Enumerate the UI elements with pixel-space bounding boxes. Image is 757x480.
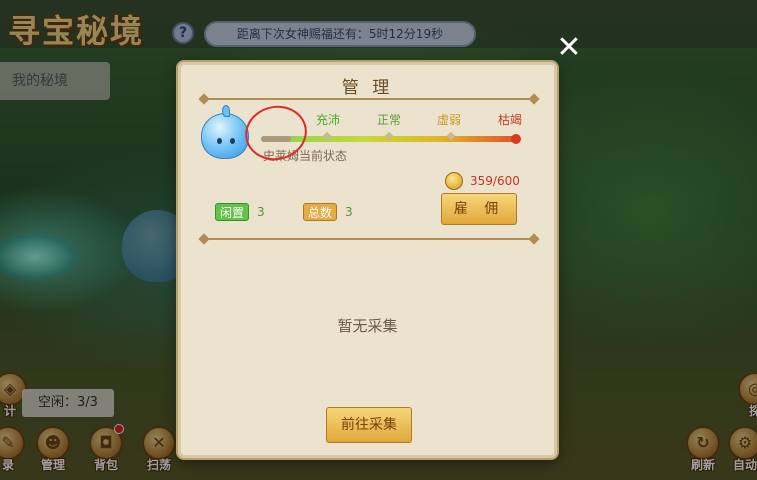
title-divider	[203, 98, 535, 100]
status-level-full: 充沛	[316, 113, 341, 127]
idle-tag: 闲置	[215, 203, 250, 221]
slime-avatar	[201, 105, 249, 159]
coin-count: 359/600	[470, 174, 520, 188]
total-count: 3	[345, 205, 353, 219]
total-tag: 总数	[303, 203, 338, 221]
status-level-exhausted: 枯竭	[498, 113, 523, 127]
manage-dialog: 管 理 充沛 正常 虚弱 枯竭 史莱姆当前状态 359/600 雇 佣 闲置 3…	[178, 62, 557, 458]
hire-button[interactable]: 雇 佣	[441, 193, 517, 225]
status-bar-end	[511, 134, 521, 144]
go-collect-button[interactable]: 前往采集	[326, 407, 412, 443]
empty-collection-text: 暂无采集	[337, 317, 398, 335]
dialog-title: 管 理	[341, 78, 394, 98]
close-button[interactable]: ✕	[555, 33, 583, 63]
idle-count: 3	[257, 205, 265, 219]
status-level-weak: 虚弱	[437, 113, 462, 127]
status-level-normal: 正常	[377, 113, 402, 127]
coin-icon	[445, 172, 463, 190]
section-divider	[203, 238, 535, 240]
